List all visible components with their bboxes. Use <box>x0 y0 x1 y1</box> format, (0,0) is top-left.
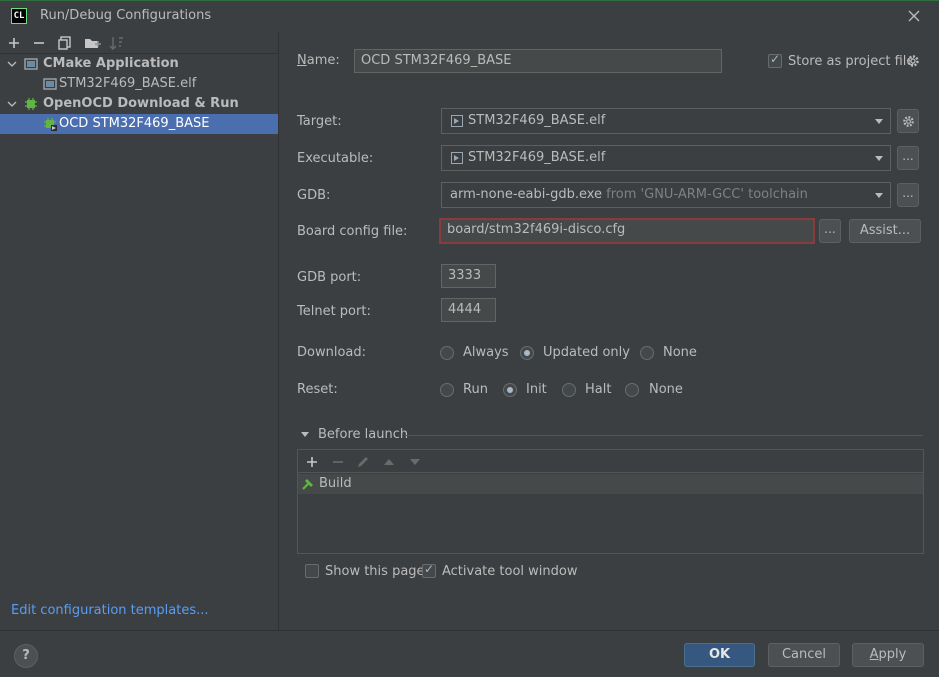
collapse-arrow-icon[interactable] <box>300 431 310 439</box>
build-hammer-icon <box>302 479 313 490</box>
reset-init-radio[interactable] <box>503 383 517 397</box>
tree-item-stm32f469-base-elf[interactable]: STM32F469_BASE.elf <box>0 74 278 94</box>
gear-icon <box>903 116 914 127</box>
tree-group-label: OpenOCD Download & Run <box>43 96 239 111</box>
reset-none-label: None <box>649 382 683 397</box>
new-folder-icon[interactable] <box>82 33 102 53</box>
close-icon[interactable] <box>905 7 923 25</box>
executable-value: STM32F469_BASE.elf <box>468 150 606 165</box>
move-down-icon[interactable] <box>407 454 423 470</box>
executable-icon <box>451 115 463 127</box>
copy-icon[interactable] <box>55 33 75 53</box>
before-launch-list: Build <box>297 449 924 554</box>
tree-item-label: STM32F469_BASE.elf <box>59 76 197 91</box>
download-updated-only-label: Updated only <box>543 345 630 360</box>
gdb-value: arm-none-eabi-gdb.exe from 'GNU-ARM-GCC'… <box>450 187 808 202</box>
target-combo[interactable]: STM32F469_BASE.elf <box>441 108 891 134</box>
section-divider <box>405 435 923 436</box>
tree-group-cmake-application[interactable]: CMake Application <box>0 54 278 74</box>
download-always-label: Always <box>463 345 509 360</box>
before-launch-task-build[interactable]: Build <box>298 474 923 494</box>
board-config-label: Board config file: <box>297 224 408 239</box>
reset-halt-radio[interactable] <box>562 383 576 397</box>
reset-init-label: Init <box>526 382 547 397</box>
dropdown-arrow-icon <box>875 119 883 124</box>
target-label: Target: <box>297 114 342 129</box>
remove-icon[interactable] <box>29 33 49 53</box>
gdb-toolchain-hint: from 'GNU-ARM-GCC' toolchain <box>606 187 808 202</box>
download-updated-only-radio[interactable] <box>520 346 534 360</box>
reset-run-label: Run <box>463 382 488 397</box>
reset-label: Reset: <box>297 382 338 397</box>
edit-icon[interactable] <box>355 454 371 470</box>
show-this-page-checkbox[interactable] <box>305 564 319 578</box>
telnet-port-label: Telnet port: <box>297 304 371 319</box>
gdb-label: GDB: <box>297 188 331 203</box>
clion-app-icon: CL <box>11 8 27 24</box>
store-as-project-file-checkbox[interactable] <box>768 52 782 68</box>
download-none-radio[interactable] <box>640 346 654 360</box>
configurations-toolbar <box>0 31 279 54</box>
gdb-port-label: GDB port: <box>297 270 362 285</box>
executable-icon <box>451 152 463 164</box>
gear-icon[interactable] <box>906 54 920 68</box>
edit-configuration-templates-link[interactable]: Edit configuration templates... <box>11 603 209 618</box>
cmake-application-icon <box>24 58 38 70</box>
target-value: STM32F469_BASE.elf <box>468 113 606 128</box>
assist-button[interactable]: Assist... <box>849 219 921 243</box>
board-config-field[interactable]: board/stm32f469i-disco.cfg <box>439 218 815 244</box>
activate-tool-window-label: Activate tool window <box>442 564 578 579</box>
executable-combo[interactable]: STM32F469_BASE.elf <box>441 145 891 171</box>
apply-button[interactable]: Apply <box>852 643 924 667</box>
name-field[interactable]: OCD STM32F469_BASE <box>354 49 722 73</box>
chevron-down-icon[interactable] <box>6 58 18 70</box>
dropdown-arrow-icon <box>875 193 883 198</box>
sort-icon[interactable] <box>107 33 127 53</box>
cancel-button[interactable]: Cancel <box>768 643 840 667</box>
show-this-page-label: Show this page <box>325 564 425 579</box>
title-bar: CL Run/Debug Configurations <box>0 0 939 31</box>
board-config-browse-button[interactable]: ... <box>819 219 841 243</box>
tree-group-label: CMake Application <box>43 56 179 71</box>
chip-run-icon <box>44 118 57 131</box>
executable-label: Executable: <box>297 151 374 166</box>
chip-icon <box>25 98 37 110</box>
download-label: Download: <box>297 345 366 360</box>
before-launch-title[interactable]: Before launch <box>318 427 408 442</box>
before-launch-toolbar <box>298 450 923 473</box>
download-none-label: None <box>663 345 697 360</box>
tree-item-ocd-stm32f469-base[interactable]: OCD STM32F469_BASE <box>0 114 278 134</box>
configuration-form: Name: OCD STM32F469_BASE Store as projec… <box>280 31 939 630</box>
reset-run-radio[interactable] <box>440 383 454 397</box>
activate-tool-window-checkbox[interactable] <box>422 562 436 578</box>
chevron-down-icon[interactable] <box>6 98 18 110</box>
reset-halt-label: Halt <box>585 382 612 397</box>
ok-button[interactable]: OK <box>684 643 755 667</box>
tree-group-openocd-download-run[interactable]: OpenOCD Download & Run <box>0 94 278 114</box>
help-button[interactable]: ? <box>14 644 38 668</box>
store-as-project-file-label: Store as project file <box>788 54 915 69</box>
target-settings-button[interactable] <box>897 109 919 133</box>
window-title: Run/Debug Configurations <box>40 8 212 23</box>
add-icon[interactable] <box>4 33 24 53</box>
task-label: Build <box>319 476 352 491</box>
move-up-icon[interactable] <box>381 454 397 470</box>
reset-none-radio[interactable] <box>625 383 639 397</box>
gdb-port-field[interactable]: 3333 <box>441 264 496 288</box>
dropdown-arrow-icon <box>875 156 883 161</box>
remove-icon[interactable] <box>330 454 346 470</box>
download-always-radio[interactable] <box>440 346 454 360</box>
executable-browse-button[interactable]: ... <box>897 146 919 170</box>
add-icon[interactable] <box>304 454 320 470</box>
gdb-browse-button[interactable]: ... <box>897 183 919 207</box>
gdb-combo[interactable]: arm-none-eabi-gdb.exe from 'GNU-ARM-GCC'… <box>441 182 891 208</box>
tree-item-label: OCD STM32F469_BASE <box>59 116 210 131</box>
telnet-port-field[interactable]: 4444 <box>441 298 496 322</box>
cmake-target-icon <box>43 78 57 90</box>
name-label: Name: <box>297 53 340 68</box>
dialog-button-bar: ? OK Cancel Apply <box>0 630 939 677</box>
configurations-panel: CMake Application STM32F469_BASE.elf Ope… <box>0 31 279 630</box>
